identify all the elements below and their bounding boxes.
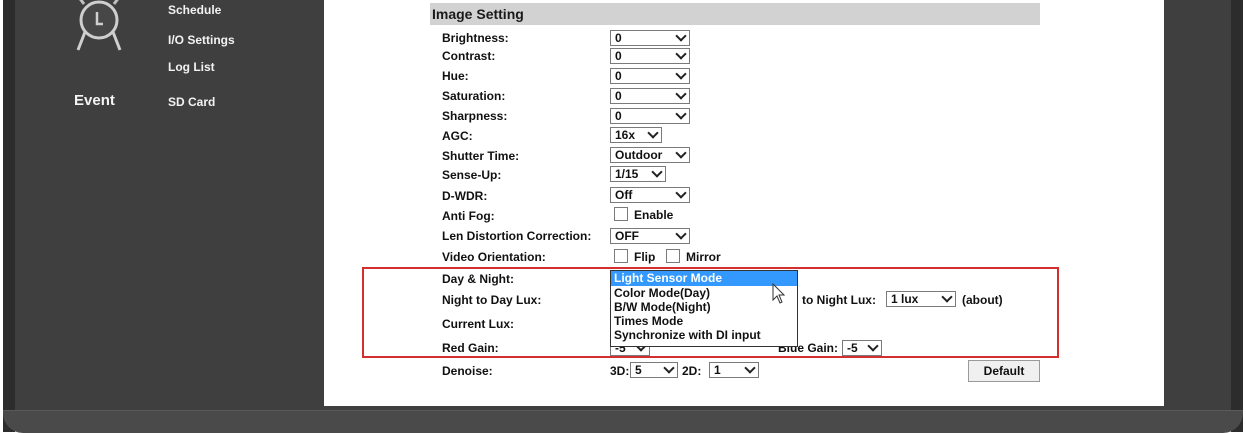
nav-link-sd-card[interactable]: SD Card	[168, 95, 215, 109]
brightness-label: Brightness:	[442, 31, 509, 45]
senseup-value: 1/15	[615, 167, 639, 181]
flip-label: Flip	[634, 250, 656, 264]
nav-link-log-list[interactable]: Log List	[168, 60, 215, 74]
dropdown-option-color-mode[interactable]: Color Mode(Day)	[611, 286, 797, 300]
chevron-down-icon	[675, 108, 687, 120]
agc-label: AGC:	[442, 129, 473, 143]
section-title: Image Setting	[430, 3, 1040, 25]
denoise-3d-select[interactable]: 5	[630, 362, 678, 378]
contrast-select[interactable]: 0	[610, 48, 690, 64]
dwdr-label: D-WDR:	[442, 189, 488, 203]
daynight-dropdown-list[interactable]: Light Sensor Mode Color Mode(Day) B/W Mo…	[610, 270, 798, 347]
lendist-value: OFF	[615, 229, 639, 243]
hue-value: 0	[615, 69, 622, 83]
chevron-down-icon	[647, 127, 659, 139]
denoise-3d-value: 5	[635, 363, 642, 377]
brightness-select[interactable]: 0	[610, 30, 690, 46]
chevron-down-icon	[675, 30, 687, 42]
orientation-label: Video Orientation:	[442, 250, 546, 264]
chevron-down-icon	[675, 48, 687, 60]
chevron-down-icon	[675, 228, 687, 240]
dwdr-value: Off	[615, 188, 633, 202]
agc-select[interactable]: 16x	[610, 127, 662, 143]
frame-right-edge	[1231, 0, 1243, 432]
saturation-label: Saturation:	[442, 89, 506, 103]
nav-link-schedule[interactable]: Schedule	[168, 3, 221, 17]
lendist-select[interactable]: OFF	[610, 228, 690, 244]
nav-category-event[interactable]: Event	[74, 92, 115, 109]
mouse-cursor-icon	[772, 283, 786, 304]
shutter-label: Shutter Time:	[442, 149, 520, 163]
alarm-clock-icon	[76, 0, 122, 51]
dropdown-option-times-mode[interactable]: Times Mode	[611, 314, 797, 328]
dropdown-option-bw-mode[interactable]: B/W Mode(Night)	[611, 300, 797, 314]
app-window: Schedule I/O Settings Log List Event SD …	[0, 0, 1246, 433]
frame-bottom-bar	[3, 410, 1243, 433]
lendist-label: Len Distortion Correction:	[442, 229, 592, 243]
denoise-3d-label: 3D:	[610, 364, 630, 378]
chevron-down-icon	[675, 88, 687, 100]
senseup-label: Sense-Up:	[442, 168, 502, 182]
antifog-label: Anti Fog:	[442, 209, 495, 223]
denoise-2d-value: 1	[714, 363, 721, 377]
chevron-down-icon	[663, 362, 675, 374]
sharpness-select[interactable]: 0	[610, 108, 690, 124]
shutter-value: Outdoor	[615, 148, 663, 162]
contrast-label: Contrast:	[442, 49, 496, 63]
hue-select[interactable]: 0	[610, 68, 690, 84]
saturation-select[interactable]: 0	[610, 88, 690, 104]
mirror-checkbox[interactable]	[666, 249, 680, 263]
agc-value: 16x	[615, 128, 636, 142]
chevron-down-icon	[675, 147, 687, 159]
sharpness-label: Sharpness:	[442, 109, 508, 123]
saturation-value: 0	[615, 89, 622, 103]
chevron-down-icon	[675, 68, 687, 80]
senseup-select[interactable]: 1/15	[610, 166, 666, 182]
chevron-down-icon	[651, 166, 663, 178]
shutter-select[interactable]: Outdoor	[610, 147, 690, 163]
denoise-label: Denoise:	[442, 364, 493, 378]
hue-label: Hue:	[442, 69, 469, 83]
default-button[interactable]: Default	[968, 360, 1040, 382]
contrast-value: 0	[615, 49, 622, 63]
brightness-value: 0	[615, 31, 622, 45]
frame-left-edge	[3, 0, 15, 432]
nav-link-io-settings[interactable]: I/O Settings	[168, 33, 235, 47]
chevron-down-icon	[675, 187, 687, 199]
dropdown-option-synchronize[interactable]: Synchronize with DI input	[611, 328, 797, 342]
mirror-label: Mirror	[686, 250, 721, 264]
dropdown-option-light-sensor[interactable]: Light Sensor Mode	[611, 271, 797, 286]
antifog-checkbox[interactable]	[614, 207, 628, 221]
antifog-option: Enable	[634, 208, 674, 222]
chevron-down-icon	[744, 362, 756, 374]
denoise-2d-label: 2D:	[682, 364, 702, 378]
flip-checkbox[interactable]	[614, 249, 628, 263]
sharpness-value: 0	[615, 109, 622, 123]
dwdr-select[interactable]: Off	[610, 187, 690, 203]
denoise-2d-select[interactable]: 1	[709, 362, 759, 378]
